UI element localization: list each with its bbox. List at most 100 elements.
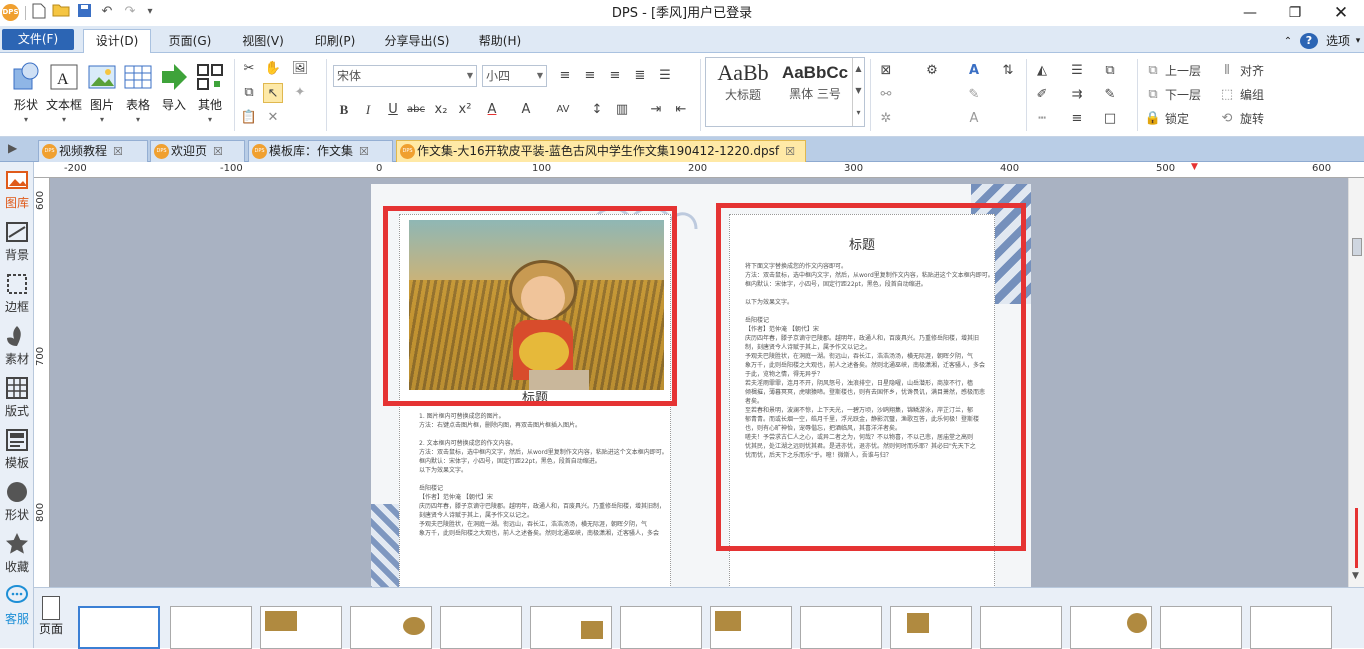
lock-label[interactable]: 锁定 bbox=[1165, 109, 1189, 129]
bring-forward-icon[interactable]: ⧉ bbox=[1143, 61, 1163, 81]
menu-tab-print[interactable]: 印刷(P) bbox=[305, 30, 365, 53]
page-thumbnail[interactable] bbox=[1070, 606, 1152, 649]
collapse-ribbon-icon[interactable]: ⌃ bbox=[1280, 30, 1296, 53]
group-icon[interactable]: ⬚ bbox=[1217, 85, 1237, 105]
strikethrough-icon[interactable]: abc bbox=[406, 100, 426, 120]
zoom-slider-track[interactable] bbox=[1355, 508, 1358, 568]
document-canvas[interactable]: 标题 1. 图片框内可替换成您的图片。 方法：右键点击图片框，删除内图，再双击图… bbox=[50, 178, 1348, 587]
tool-template[interactable]: 模板 bbox=[0, 424, 34, 474]
tool-favorites[interactable]: 收藏 bbox=[0, 528, 34, 578]
minimize-icon[interactable]: — bbox=[1235, 2, 1265, 24]
other-button[interactable]: 其他 ▾ bbox=[188, 59, 232, 131]
scrollbar-thumb[interactable] bbox=[1352, 238, 1362, 256]
bold-icon[interactable]: B bbox=[334, 100, 354, 120]
delete-icon[interactable]: ✕ bbox=[263, 108, 283, 128]
align-objects-icon[interactable]: ⫴ bbox=[1217, 61, 1237, 81]
doc-tab-template-library[interactable]: DPS 模板库：作文集 ☒ bbox=[248, 140, 393, 162]
line-dash-icon[interactable]: ┅ bbox=[1032, 109, 1052, 129]
effects-icon[interactable]: ✲ bbox=[876, 109, 896, 129]
vertical-scrollbar[interactable]: ▼ bbox=[1348, 178, 1364, 587]
cut-icon[interactable]: ✂ bbox=[239, 59, 259, 79]
superscript-icon[interactable]: x² bbox=[455, 100, 475, 120]
font-size-select[interactable]: 小四 ▼ bbox=[482, 65, 547, 87]
columns-icon[interactable]: ▥ bbox=[612, 100, 632, 120]
justify-icon[interactable]: ≣ bbox=[630, 66, 650, 86]
tool-border[interactable]: 边框 bbox=[0, 268, 34, 318]
brush-icon[interactable]: ✎ bbox=[1100, 85, 1120, 105]
page-thumbnail[interactable] bbox=[1160, 606, 1242, 649]
border-box-icon[interactable]: □ bbox=[1100, 109, 1120, 129]
menu-tab-page[interactable]: 页面(G) bbox=[160, 30, 220, 53]
page-thumbnail[interactable] bbox=[1250, 606, 1332, 649]
rotate-label[interactable]: 旋转 bbox=[1240, 109, 1264, 129]
page-thumbnail[interactable] bbox=[980, 606, 1062, 649]
style-heiti-3[interactable]: AaBbCc 黑体 三号 bbox=[780, 60, 850, 102]
rotate-icon[interactable]: ⟲ bbox=[1217, 109, 1237, 129]
copy-icon[interactable]: ⧉ bbox=[239, 83, 259, 103]
edit-image-icon[interactable]: ✎ bbox=[964, 85, 984, 105]
text-effect-icon[interactable]: A bbox=[964, 61, 984, 81]
char-spacing-icon[interactable]: AV bbox=[553, 100, 573, 120]
fill-color-icon[interactable]: ◭ bbox=[1032, 61, 1052, 81]
line-weight-icon[interactable]: ≡ bbox=[1067, 109, 1087, 129]
arrow-style-icon[interactable]: ⇉ bbox=[1067, 85, 1087, 105]
underline-icon[interactable]: U bbox=[383, 100, 403, 120]
crop-icon[interactable]: ⊠ bbox=[876, 61, 896, 81]
distribute-icon[interactable]: ☰ bbox=[655, 66, 675, 86]
text-direction-icon[interactable]: ⇅ bbox=[998, 61, 1018, 81]
subscript-icon[interactable]: x₂ bbox=[431, 100, 451, 120]
font-color-icon[interactable]: A bbox=[482, 100, 502, 120]
doc-tab-active-document[interactable]: DPS 作文集-大16开软皮平装-蓝色古风中学生作文集190412-1220.dp… bbox=[396, 140, 806, 162]
style-gallery-scroll-icon[interactable]: ▲ ▼ ▾ bbox=[852, 58, 864, 126]
send-backward-icon[interactable]: ⧉ bbox=[1143, 85, 1163, 105]
doc-tab-welcome[interactable]: DPS 欢迎页 ☒ bbox=[150, 140, 245, 162]
italic-icon[interactable]: I bbox=[358, 100, 378, 120]
help-icon[interactable]: ? bbox=[1300, 33, 1318, 49]
tool-gallery[interactable]: 图库 bbox=[0, 164, 34, 214]
align-objects-label[interactable]: 对齐 bbox=[1240, 61, 1264, 81]
doc-tab-video-tutorial[interactable]: DPS 视频教程 ☒ bbox=[38, 140, 148, 162]
options-menu[interactable]: 选项 bbox=[1322, 30, 1354, 53]
tool-material[interactable]: 素材 bbox=[0, 320, 34, 370]
close-tab-icon[interactable]: ☒ bbox=[113, 142, 123, 162]
options-chevron-icon[interactable]: ▾ bbox=[1353, 30, 1363, 53]
scroll-down-icon[interactable]: ▼ bbox=[1352, 571, 1359, 581]
tool-customer-service[interactable]: 客服 bbox=[0, 580, 34, 630]
page-thumbnail[interactable] bbox=[530, 606, 612, 649]
select-pointer-icon[interactable]: ↖ bbox=[263, 83, 283, 103]
list-icon[interactable]: ☰ bbox=[1067, 61, 1087, 81]
link-icon[interactable]: ⚯ bbox=[876, 85, 896, 105]
paste-icon[interactable]: 📋 bbox=[239, 108, 259, 128]
page-thumbnail[interactable] bbox=[710, 606, 792, 649]
menu-tab-design[interactable]: 设计(D) bbox=[83, 29, 151, 53]
page-thumbnail[interactable] bbox=[890, 606, 972, 649]
page-thumbnail[interactable] bbox=[78, 606, 160, 649]
restore-icon[interactable]: ❐ bbox=[1280, 2, 1310, 24]
outdent-icon[interactable]: ⇤ bbox=[671, 100, 691, 120]
menu-tab-share-export[interactable]: 分享导出(S) bbox=[377, 30, 457, 53]
pan-hand-icon[interactable]: ✋ bbox=[263, 59, 283, 79]
panel-toggle-icon[interactable]: ▶ bbox=[8, 141, 17, 155]
picture-tool-icon[interactable]: 🖼 bbox=[290, 59, 310, 79]
indent-icon[interactable]: ⇥ bbox=[646, 100, 666, 120]
page-thumbnail[interactable] bbox=[350, 606, 432, 649]
settings-gear-icon[interactable]: ⚙ bbox=[922, 61, 942, 81]
align-center-icon[interactable]: ≡ bbox=[580, 66, 600, 86]
style-gallery[interactable]: AaBb 大标题 AaBbCc 黑体 三号 ▲ ▼ ▾ bbox=[705, 57, 865, 127]
font-size-adjust-icon[interactable]: A bbox=[516, 100, 536, 120]
line-spacing-icon[interactable]: ↕ bbox=[587, 100, 607, 120]
left-page-text[interactable]: 1. 图片框内可替换成您的图片。 方法：右键点击图片框，删除内图，再双击图片框插… bbox=[419, 412, 669, 538]
page-thumbnail[interactable] bbox=[620, 606, 702, 649]
page-thumbnail[interactable] bbox=[440, 606, 522, 649]
align-left-icon[interactable]: ≡ bbox=[555, 66, 575, 86]
text-shadow-icon[interactable]: A bbox=[964, 109, 984, 129]
close-tab-icon[interactable]: ☒ bbox=[359, 142, 369, 162]
close-tab-icon[interactable]: ☒ bbox=[213, 142, 223, 162]
bring-forward-label[interactable]: 上一层 bbox=[1165, 61, 1201, 81]
page-thumbnail[interactable] bbox=[260, 606, 342, 649]
style-big-title[interactable]: AaBb 大标题 bbox=[708, 60, 778, 103]
group-label[interactable]: 编组 bbox=[1240, 85, 1264, 105]
tool-shape[interactable]: 形状 bbox=[0, 476, 34, 526]
send-backward-label[interactable]: 下一层 bbox=[1165, 85, 1201, 105]
menu-file[interactable]: 文件(F) bbox=[2, 29, 74, 50]
